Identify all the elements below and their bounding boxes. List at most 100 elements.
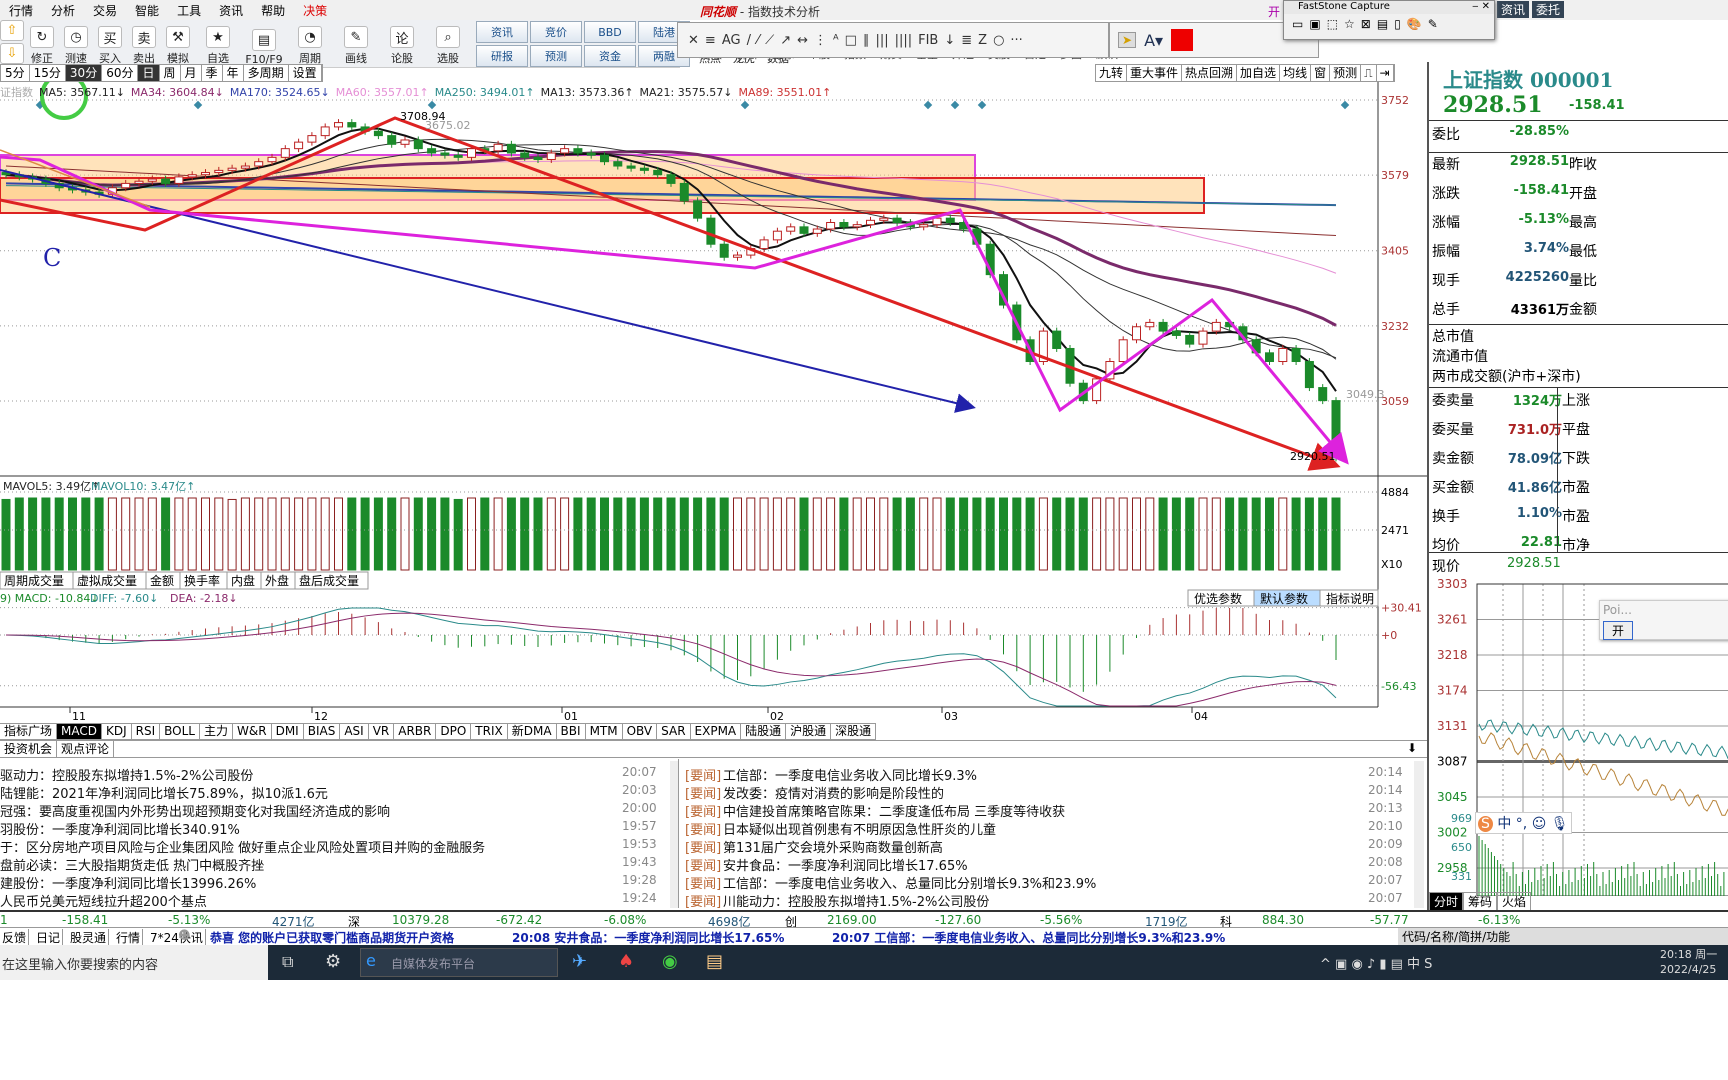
draw-tool-icon[interactable]: ᴬ	[833, 33, 839, 48]
draw-tool-icon[interactable]: ↓	[944, 33, 955, 48]
app-icon[interactable]: ⚙	[325, 951, 341, 972]
robot-icon[interactable]: ☻	[178, 928, 191, 942]
period-tab[interactable]: 周	[160, 65, 181, 81]
draw-tool-icon[interactable]: ∥	[863, 33, 870, 48]
period-tab[interactable]: 季	[202, 65, 223, 81]
ticker-tab[interactable]: 日记	[34, 929, 64, 946]
indicator-tab[interactable]: BBI	[557, 724, 586, 739]
menu-7[interactable]: 决策	[294, 2, 336, 19]
chart-tool[interactable]: 预测	[1330, 65, 1362, 81]
draw-tool-icon[interactable]: ⋮	[814, 33, 827, 48]
close-icon[interactable]: ‒ ✕	[1472, 1, 1494, 12]
taskbar-search[interactable]: 在这里输入你要搜索的内容	[0, 945, 268, 980]
menu-4[interactable]: 工具	[168, 2, 210, 19]
event-marker[interactable]	[977, 100, 987, 110]
capture-tool-icon[interactable]: ▯	[1394, 17, 1401, 31]
indicator-tab[interactable]: SAR	[657, 724, 691, 739]
tray-icons[interactable]: ^ ▣ ◉ ♪ ▮ ▤ 中 S	[1320, 953, 1432, 972]
capture-tool-icon[interactable]: ✎	[1428, 17, 1438, 31]
toolbar-button-8[interactable]: ✎ 画线	[334, 20, 378, 66]
menu-3[interactable]: 智能	[126, 2, 168, 19]
indicator-tab[interactable]: W&R	[233, 724, 272, 739]
color-icon[interactable]	[1171, 29, 1194, 51]
indicator-tab[interactable]: KDJ	[102, 724, 132, 739]
period-tab[interactable]: 5分	[1, 65, 30, 81]
event-marker[interactable]	[427, 100, 437, 110]
period-tab[interactable]: 15分	[30, 65, 66, 81]
indicator-tab[interactable]: EXPMA	[691, 724, 742, 739]
paint-icon[interactable]: ▤	[706, 951, 723, 972]
menu-5[interactable]: 资讯	[210, 2, 252, 19]
period-tab[interactable]: 日	[138, 65, 160, 81]
indicator-tab[interactable]: OBV	[623, 724, 658, 739]
scrollbar-left[interactable]	[670, 761, 678, 908]
text-tool-icon[interactable]: A▾	[1144, 31, 1163, 50]
indicator-tab[interactable]: BIAS	[304, 724, 341, 739]
indicator-tab[interactable]: BOLL	[160, 724, 200, 739]
chart-tool[interactable]: 九转	[1096, 65, 1128, 81]
ticker-tab[interactable]: 反馈	[0, 929, 30, 946]
toolbar-button-10[interactable]: ⌕ 选股	[426, 20, 470, 66]
news-item[interactable]: 中信建投首席策略官陈果：二季度逢低布局 三季度等待收获	[723, 801, 1065, 820]
browser-search-box[interactable]: 自媒体发布平台	[360, 948, 558, 977]
news-item[interactable]: 安井食品：一季度净利润同比增长17.65%	[723, 855, 968, 874]
news-item[interactable]: 建股份：一季度净利润同比增长13996.26%	[0, 873, 256, 892]
chart-tool[interactable]: 重大事件	[1127, 65, 1183, 81]
draw-tool-icon[interactable]: ↗	[780, 33, 791, 48]
capture-tool-icon[interactable]: ☆	[1344, 17, 1355, 31]
news-item[interactable]: 人民币兑美元短线拉升超200个基点	[0, 891, 207, 908]
period-tab[interactable]: 30分	[65, 65, 103, 81]
period-tab[interactable]: 年	[223, 65, 244, 81]
period-tab[interactable]: 多周期	[244, 65, 289, 81]
mini-tab[interactable]: 分时	[1429, 892, 1464, 911]
indicator-tab[interactable]: 主力	[200, 724, 234, 739]
toolbar-grid-button[interactable]: 资金	[584, 45, 636, 67]
toolbar-button-5[interactable]: ★ 自选	[196, 20, 240, 66]
draw-tool-icon[interactable]: AG	[722, 33, 741, 48]
indicator-tab[interactable]: 陆股通	[741, 724, 787, 739]
ths-icon[interactable]: ♠	[618, 951, 634, 972]
indicator-tab[interactable]: ASI	[340, 724, 369, 739]
news-item[interactable]: 发改委：疫情对消费的影响是阶段性的	[723, 783, 944, 802]
news-item[interactable]: 冠强：要高度重视国内外形势出现超预期变化对我国经济造成的影响	[0, 801, 390, 820]
ticker-message[interactable]: 20:07 工信部：一季度电信业务收入、总量同比分别增长9.3%和23.9%	[832, 929, 1225, 946]
capture-tool-icon[interactable]: ⬚	[1327, 17, 1338, 31]
ticker-tab[interactable]: 行情	[114, 929, 144, 946]
news-item[interactable]: 川能动力：控股股东拟增持1.5%-2%公司股份	[723, 891, 989, 908]
draw-tool-icon[interactable]: □	[845, 33, 857, 48]
news-item[interactable]: 日本疑似出现首例患有不明原因急性肝炎的儿童	[723, 819, 996, 838]
indicator-tab[interactable]: VR	[369, 724, 395, 739]
chart-tool[interactable]: 加自选	[1237, 65, 1281, 81]
kline-chart[interactable]: 375235793405323230593708.943675.022920.5…	[0, 82, 1427, 722]
draw-tool-icon[interactable]: ⟋	[765, 33, 774, 48]
ticker-tab[interactable]: 7*24快讯	[148, 929, 206, 946]
indicator-tab[interactable]: RSI	[132, 724, 161, 739]
draw-tool-icon[interactable]: ↔	[797, 33, 808, 48]
toolbar-button-7[interactable]: ◔ 周期	[288, 20, 332, 66]
pointer-icon[interactable]: ➤	[1118, 32, 1137, 48]
toolbar-button-9[interactable]: 论论股	[380, 20, 424, 66]
draw-tool-icon[interactable]: FIB	[918, 33, 938, 48]
draw-tool-icon[interactable]: |||	[875, 33, 888, 48]
capture-tool-icon[interactable]: ▭	[1292, 17, 1303, 31]
ticker-message[interactable]: 恭喜 您的账户已获取零门槛商品期货开户资格	[210, 929, 454, 946]
draw-tool-icon[interactable]: ||||	[895, 33, 913, 48]
news-item[interactable]: 工信部：一季度电信业务收入同比增长9.3%	[723, 765, 977, 784]
draw-tool-icon[interactable]: Z	[978, 33, 987, 48]
draw-tool-icon[interactable]: ≡	[705, 33, 716, 48]
task-view-icon[interactable]: ⧉	[282, 952, 293, 972]
menu-0[interactable]: 行情	[0, 2, 42, 19]
chart-tool[interactable]: ⎍	[1361, 65, 1377, 81]
indicator-tab[interactable]: 指标广场	[0, 724, 58, 739]
news-tab[interactable]: 观点评论	[57, 741, 115, 757]
toolbar-grid-button[interactable]: 资讯	[476, 21, 528, 43]
ticker-message[interactable]: 20:08 安井食品：一季度净利润同比增长17.65%	[512, 929, 784, 946]
event-marker[interactable]	[950, 100, 960, 110]
chart-tool[interactable]: 均线	[1280, 65, 1312, 81]
chart-tool[interactable]: ⇥	[1377, 65, 1394, 81]
feishu-icon[interactable]: ✈	[572, 951, 587, 972]
toolbar-button-0[interactable]: ↻ 修正	[26, 20, 58, 66]
indicator-tab[interactable]: DMI	[272, 724, 304, 739]
draw-tool-icon[interactable]: ⁄	[757, 33, 759, 48]
news-item[interactable]: 第131届广交会境外采购商数量创新高	[723, 837, 943, 856]
